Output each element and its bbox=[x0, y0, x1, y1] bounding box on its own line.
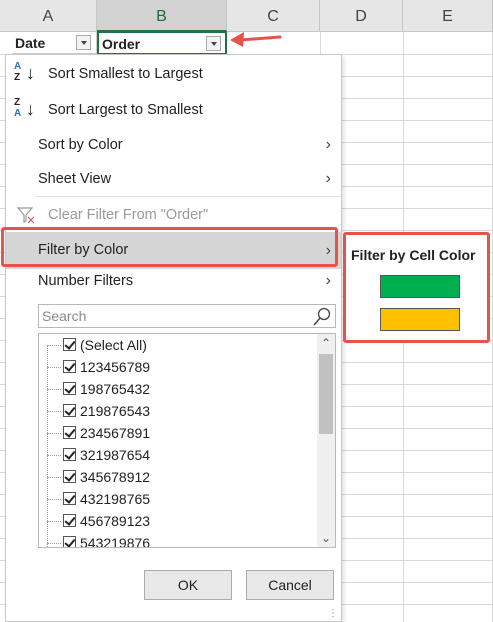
sort-ascending-item[interactable]: A Z ↓ Sort Smallest to Largest bbox=[6, 57, 341, 91]
annotation-arrow-icon bbox=[230, 32, 282, 47]
number-filters-label: Number Filters bbox=[38, 273, 134, 289]
checkbox[interactable] bbox=[63, 404, 76, 417]
filter-dropdown-menu: A Z ↓ Sort Smallest to Largest Z A ↓ Sor… bbox=[5, 54, 342, 622]
column-header-e[interactable]: E bbox=[403, 0, 493, 32]
column-header-b[interactable]: B bbox=[97, 0, 227, 32]
menu-separator bbox=[36, 196, 341, 197]
panel-title: Filter by Cell Color bbox=[351, 247, 476, 263]
resize-grip-icon[interactable]: ⋮ bbox=[328, 609, 338, 619]
sort-by-color-label: Sort by Color bbox=[38, 137, 123, 153]
order-header-cell[interactable]: Order bbox=[97, 31, 227, 55]
chevron-right-icon: › bbox=[325, 170, 331, 187]
search-box bbox=[38, 304, 336, 328]
sort-ascending-icon: A Z ↓ bbox=[14, 61, 35, 84]
order-filter-dropdown-button[interactable] bbox=[206, 36, 221, 51]
scroll-up-icon[interactable]: ⌃ bbox=[317, 334, 335, 352]
date-header-label: Date bbox=[15, 35, 46, 51]
sheet-view-item[interactable]: Sheet View › bbox=[6, 162, 341, 196]
list-item[interactable]: 219876543 bbox=[39, 400, 309, 422]
date-filter-dropdown-button[interactable] bbox=[76, 35, 91, 50]
yellow-color-swatch[interactable] bbox=[380, 308, 460, 331]
sheet-view-label: Sheet View bbox=[38, 171, 112, 187]
checkbox[interactable] bbox=[63, 470, 76, 483]
checkbox[interactable] bbox=[63, 514, 76, 527]
list-item[interactable]: 198765432 bbox=[39, 378, 309, 400]
list-item[interactable]: (Select All) bbox=[39, 334, 309, 356]
clear-filter-icon bbox=[16, 207, 35, 224]
filter-by-cell-color-panel: Filter by Cell Color bbox=[343, 232, 490, 343]
checkbox[interactable] bbox=[63, 426, 76, 439]
date-header-cell[interactable]: Date bbox=[12, 32, 97, 54]
search-icon[interactable] bbox=[312, 307, 332, 327]
sort-ascending-label: Sort Smallest to Largest bbox=[48, 66, 203, 82]
green-color-swatch[interactable] bbox=[380, 275, 460, 298]
checkbox[interactable] bbox=[63, 382, 76, 395]
checkbox[interactable] bbox=[63, 360, 76, 373]
chevron-right-icon: › bbox=[325, 272, 331, 289]
list-item[interactable]: 321987654 bbox=[39, 444, 309, 466]
checkbox[interactable] bbox=[63, 338, 76, 351]
search-input[interactable] bbox=[42, 307, 302, 325]
checkbox[interactable] bbox=[63, 448, 76, 461]
list-item[interactable]: 456789123 bbox=[39, 510, 309, 532]
scroll-thumb[interactable] bbox=[319, 354, 333, 434]
filter-values-list: (Select All) 123456789 198765432 2198765… bbox=[38, 333, 336, 548]
list-item[interactable]: 432198765 bbox=[39, 488, 309, 510]
number-filters-item[interactable]: Number Filters › bbox=[6, 264, 341, 298]
list-item[interactable]: 234567891 bbox=[39, 422, 309, 444]
filter-by-color-highlight bbox=[1, 227, 338, 267]
list-item[interactable]: 123456789 bbox=[39, 356, 309, 378]
cancel-button[interactable]: Cancel bbox=[246, 570, 334, 600]
column-header-d[interactable]: D bbox=[320, 0, 403, 32]
chevron-right-icon: › bbox=[325, 136, 331, 153]
list-scrollbar[interactable]: ⌃ ⌄ bbox=[317, 334, 335, 547]
scroll-down-icon[interactable]: ⌄ bbox=[317, 529, 335, 547]
column-header-a[interactable]: A bbox=[0, 0, 97, 32]
list-item[interactable]: 345678912 bbox=[39, 466, 309, 488]
order-header-label: Order bbox=[102, 36, 141, 52]
sort-descending-item[interactable]: Z A ↓ Sort Largest to Smallest bbox=[6, 93, 341, 127]
ok-button[interactable]: OK bbox=[144, 570, 232, 600]
checkbox[interactable] bbox=[63, 536, 76, 547]
list-item[interactable]: 543219876 bbox=[39, 532, 309, 547]
checkbox[interactable] bbox=[63, 492, 76, 505]
sort-by-color-item[interactable]: Sort by Color › bbox=[6, 128, 341, 162]
sort-descending-label: Sort Largest to Smallest bbox=[48, 102, 203, 118]
sort-descending-icon: Z A ↓ bbox=[14, 97, 35, 120]
